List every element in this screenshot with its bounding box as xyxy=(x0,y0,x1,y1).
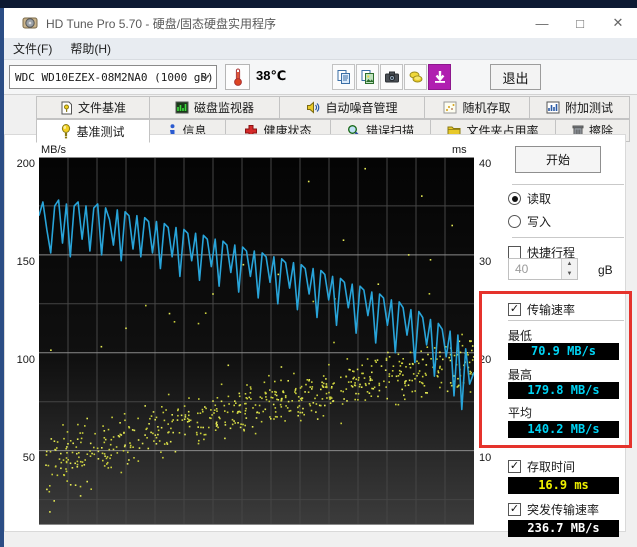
shortstroke-spinner[interactable]: 40 ▲ ▼ xyxy=(508,258,578,280)
burst-rate-display: 236.7 MB/s xyxy=(508,520,619,537)
shortstroke-unit: gB xyxy=(598,263,613,277)
check-update-button[interactable] xyxy=(428,64,451,90)
tab-label: 自动噪音管理 xyxy=(325,101,398,115)
temperature-button[interactable] xyxy=(225,64,250,90)
transfer-label: 传输速率 xyxy=(527,303,576,317)
y-tick-200: 200 xyxy=(16,158,35,170)
transfer-row[interactable]: ✓ 传输速率 xyxy=(508,301,575,318)
start-button[interactable]: 开始 xyxy=(515,146,601,173)
access-time-row[interactable]: ✓ 存取时间 xyxy=(508,458,575,475)
shortstroke-value: 40 xyxy=(515,262,529,276)
copy-image-icon xyxy=(361,70,374,84)
tab-label: 基准测试 xyxy=(76,124,125,139)
access-time-checkbox[interactable]: ✓ xyxy=(508,460,521,473)
avg-label: 平均 xyxy=(508,406,533,420)
menu-file[interactable]: 文件(F) xyxy=(4,40,61,57)
app-logo-icon xyxy=(22,17,38,29)
access-time-display: 16.9 ms xyxy=(508,477,619,494)
chevron-down-icon xyxy=(201,74,210,80)
ms-tick-20: 20 xyxy=(479,354,492,366)
temperature-value: 38℃ xyxy=(256,68,287,83)
speaker-icon xyxy=(307,101,320,114)
thermometer-icon xyxy=(233,68,242,86)
min-value-display: 70.9 MB/s xyxy=(508,343,619,360)
tab-disk-monitor[interactable]: 磁盘监视器 xyxy=(150,96,280,119)
random-access-icon xyxy=(443,101,457,114)
ms-tick-40: 40 xyxy=(479,158,492,170)
drive-selector-value: WDC WD10EZEX-08M2NA0 (1000 gB) xyxy=(15,70,214,84)
tab-label: 磁盘监视器 xyxy=(193,101,254,115)
y-tick-50: 50 xyxy=(22,452,35,464)
copy-text-icon xyxy=(337,70,350,84)
read-radio-row[interactable]: 读取 xyxy=(508,190,551,207)
file-benchmark-icon xyxy=(61,101,72,114)
maximize-button[interactable]: □ xyxy=(561,8,599,38)
tab-label: 附加测试 xyxy=(564,101,613,115)
avg-value-display: 140.2 MB/s xyxy=(508,421,619,438)
menu-help[interactable]: 帮助(H) xyxy=(61,40,120,57)
menu-bar: 文件(F) 帮助(H) xyxy=(4,38,637,60)
disk-monitor-icon xyxy=(175,101,189,114)
tab-random-access[interactable]: 随机存取 xyxy=(425,96,530,119)
spinner-up-icon[interactable]: ▲ xyxy=(562,259,577,269)
separator xyxy=(512,184,624,185)
title-bar: HD Tune Pro 5.70 - 硬盘/固态硬盘实用程序 — □ ✕ xyxy=(4,8,637,38)
tab-label: 随机存取 xyxy=(462,101,511,115)
save-capture-button[interactable] xyxy=(404,64,427,90)
tab-extra-tests[interactable]: 附加测试 xyxy=(530,96,630,119)
close-button[interactable]: ✕ xyxy=(599,8,637,38)
max-label: 最高 xyxy=(508,368,533,382)
separator xyxy=(508,320,624,321)
benchmark-chart xyxy=(39,157,474,525)
separator xyxy=(512,237,624,238)
download-arrow-icon xyxy=(434,71,445,83)
exit-button[interactable]: 退出 xyxy=(490,64,541,90)
tab-benchmark[interactable]: 基准测试 xyxy=(36,119,150,143)
ms-tick-30: 30 xyxy=(479,256,492,268)
toolbar: WDC WD10EZEX-08M2NA0 (1000 gB) 38℃ 退出 xyxy=(4,60,637,95)
y-tick-100: 100 xyxy=(16,354,35,366)
read-radio[interactable] xyxy=(508,192,521,205)
right-axis-title: ms xyxy=(452,144,467,156)
access-time-label: 存取时间 xyxy=(527,460,576,474)
min-label: 最低 xyxy=(508,329,533,343)
burst-rate-checkbox[interactable]: ✓ xyxy=(508,503,521,516)
left-axis-title: MB/s xyxy=(41,144,67,156)
burst-rate-label: 突发传输速率 xyxy=(527,503,600,517)
copy-image-button[interactable] xyxy=(356,64,379,90)
max-value-display: 179.8 MB/s xyxy=(508,382,619,399)
minimize-button[interactable]: — xyxy=(523,8,561,38)
read-label: 读取 xyxy=(527,192,552,206)
ms-tick-10: 10 xyxy=(479,452,492,464)
camera-icon xyxy=(384,71,399,83)
drive-selector[interactable]: WDC WD10EZEX-08M2NA0 (1000 gB) xyxy=(9,65,217,89)
burst-rate-row[interactable]: ✓ 突发传输速率 xyxy=(508,501,599,518)
camera-button[interactable] xyxy=(380,64,403,90)
tab-label: 文件基准 xyxy=(77,101,126,115)
tab-aam[interactable]: 自动噪音管理 xyxy=(280,96,425,119)
copy-text-button[interactable] xyxy=(332,64,355,90)
desktop-edge-top xyxy=(0,0,637,8)
tab-file-benchmark[interactable]: 文件基准 xyxy=(36,96,150,119)
y-tick-150: 150 xyxy=(16,256,35,268)
lightbulb-icon xyxy=(62,123,71,138)
write-radio[interactable] xyxy=(508,215,521,228)
transfer-checkbox[interactable]: ✓ xyxy=(508,303,521,316)
screen: HD Tune Pro 5.70 - 硬盘/固态硬盘实用程序 — □ ✕ 文件(… xyxy=(0,0,637,547)
gold-coins-icon xyxy=(409,71,422,83)
extra-tests-icon xyxy=(546,101,560,114)
write-radio-row[interactable]: 写入 xyxy=(508,213,551,230)
write-label: 写入 xyxy=(527,215,552,229)
spinner-down-icon[interactable]: ▼ xyxy=(562,269,577,279)
window-title: HD Tune Pro 5.70 - 硬盘/固态硬盘实用程序 xyxy=(46,16,277,31)
tab-row-upper: 文件基准 磁盘监视器 自动噪音管理 随机存取 附加测试 xyxy=(36,96,630,119)
